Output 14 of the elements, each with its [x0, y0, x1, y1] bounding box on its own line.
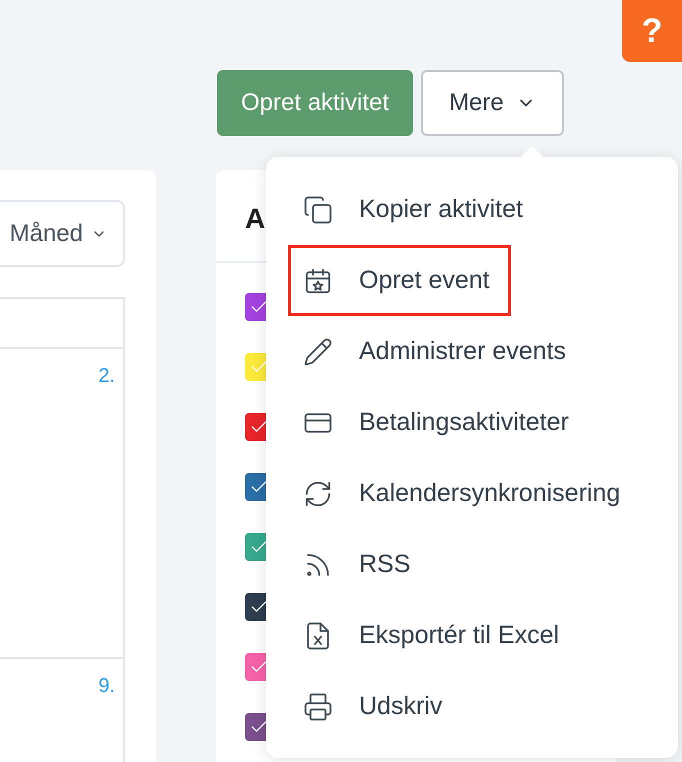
- menu-item[interactable]: Administrer events: [288, 316, 588, 387]
- pencil-icon: [303, 336, 333, 366]
- menu-item[interactable]: Opret event: [288, 245, 511, 316]
- printer-icon: [303, 692, 333, 722]
- more-button[interactable]: Mere: [421, 70, 564, 136]
- menu-item[interactable]: Eksportér til Excel: [288, 600, 580, 671]
- menu-item[interactable]: RSS: [288, 529, 432, 600]
- menu-item[interactable]: Betalingsaktiviteter: [288, 387, 590, 458]
- panel-title: A: [245, 203, 266, 234]
- view-select[interactable]: Måned: [0, 200, 125, 267]
- menu-item[interactable]: Udskriv: [288, 671, 464, 742]
- menu-item[interactable]: Kalendersynkronisering: [288, 458, 642, 529]
- copy-icon: [303, 194, 333, 224]
- menu-item[interactable]: Kopier aktivitet: [288, 174, 544, 245]
